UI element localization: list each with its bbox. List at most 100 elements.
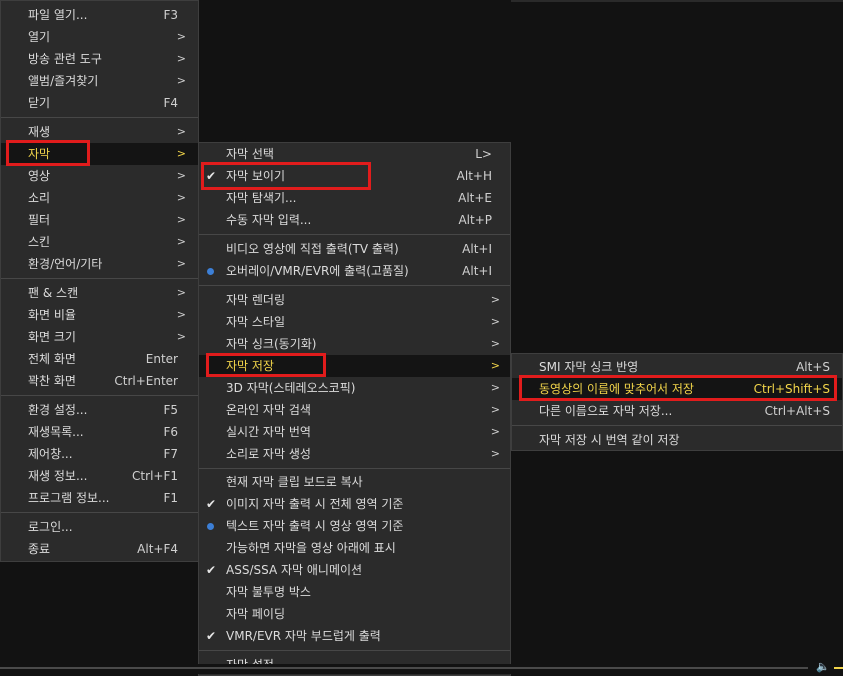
menu-item-subtitle-rendering[interactable]: 자막 렌더링 > <box>199 289 510 311</box>
menu-item-overlay-output[interactable]: 오버레이/VMR/EVR에 출력(고품질) Alt+I <box>199 260 510 282</box>
menu-item-video[interactable]: 영상 > <box>1 165 198 187</box>
menu-item-label: 텍스트 자막 출력 시 영상 영역 기준 <box>226 519 404 533</box>
menu-item-3d-subtitle[interactable]: 3D 자막(스테레오스코픽) > <box>199 377 510 399</box>
menu-item-close[interactable]: 닫기 F4 <box>1 92 198 114</box>
submenu-arrow-icon: > <box>176 74 186 87</box>
menu-item-skin[interactable]: 스킨 > <box>1 231 198 253</box>
menu-item-label: 꽉찬 화면 <box>28 374 76 388</box>
volume-bar[interactable] <box>834 667 843 669</box>
menu-item-preferences[interactable]: 환경 설정... F5 <box>1 399 198 421</box>
menu-item-shortcut: Ctrl+Enter <box>114 374 178 388</box>
menu-item-shortcut: Ctrl+Alt+S <box>764 404 830 418</box>
menu-item-manual-subtitle-input[interactable]: 수동 자막 입력... Alt+P <box>199 209 510 231</box>
menu-item-smi-sync-apply[interactable]: SMI 자막 싱크 반영 Alt+S <box>512 356 842 378</box>
menu-item-shortcut: Alt+I <box>462 242 492 256</box>
menu-item-open[interactable]: 열기 > <box>1 26 198 48</box>
menu-item-login[interactable]: 로그인... <box>1 516 198 538</box>
submenu-arrow-icon: > <box>176 169 186 182</box>
menu-item-shortcut: Alt+H <box>456 169 492 183</box>
menu-item-filter[interactable]: 필터 > <box>1 209 198 231</box>
radio-dot-icon <box>207 268 214 275</box>
menu-item-shortcut: Alt+E <box>458 191 492 205</box>
menu-item-select-subtitle[interactable]: 자막 선택 L> <box>199 143 510 165</box>
menu-item-label: 자막 저장 시 번역 같이 저장 <box>539 433 680 447</box>
radio-dot-icon <box>207 523 214 530</box>
menu-item-shortcut: Alt+P <box>458 213 492 227</box>
menu-item-exit[interactable]: 종료 Alt+F4 <box>1 538 198 560</box>
menu-item-broadcast-tools[interactable]: 방송 관련 도구 > <box>1 48 198 70</box>
menu-item-label: 비디오 영상에 직접 출력(TV 출력) <box>226 242 399 256</box>
window-edge <box>511 0 843 2</box>
menu-item-label: 실시간 자막 번역 <box>226 425 311 439</box>
menu-item-image-full-area[interactable]: ✔ 이미지 자막 출력 시 전체 영역 기준 <box>199 493 510 515</box>
menu-item-fill-screen[interactable]: 꽉찬 화면 Ctrl+Enter <box>1 370 198 392</box>
menu-item-playback[interactable]: 재생 > <box>1 121 198 143</box>
submenu-arrow-icon: > <box>176 125 186 138</box>
menu-item-label: 환경/언어/기타 <box>28 257 103 271</box>
menu-item-fading[interactable]: 자막 페이딩 <box>199 603 510 625</box>
submenu-arrow-icon: > <box>176 308 186 321</box>
menu-item-label: 자막 탐색기... <box>226 191 297 205</box>
submenu-arrow-icon: > <box>176 213 186 226</box>
volume-icon[interactable]: 🔈 <box>816 660 830 673</box>
menu-item-online-subtitle-search[interactable]: 온라인 자막 검색 > <box>199 399 510 421</box>
menu-item-realtime-translation[interactable]: 실시간 자막 번역 > <box>199 421 510 443</box>
menu-item-save-as-video-name[interactable]: 동영상의 이름에 맞추어서 저장 Ctrl+Shift+S <box>512 378 842 400</box>
menu-item-smooth-output[interactable]: ✔ VMR/EVR 자막 부드럽게 출력 <box>199 625 510 647</box>
menu-item-sound[interactable]: 소리 > <box>1 187 198 209</box>
menu-item-label: 다른 이름으로 자막 저장... <box>539 404 673 418</box>
menu-item-aspect-ratio[interactable]: 화면 비율 > <box>1 304 198 326</box>
menu-item-label: 화면 비율 <box>28 308 76 322</box>
menu-item-control-panel[interactable]: 제어창... F7 <box>1 443 198 465</box>
menu-item-save-subtitle[interactable]: 자막 저장 > <box>199 355 510 377</box>
menu-item-label: 재생 정보... <box>28 469 88 483</box>
menu-item-label: VMR/EVR 자막 부드럽게 출력 <box>226 629 381 643</box>
menu-item-ass-animation[interactable]: ✔ ASS/SSA 자막 애니메이션 <box>199 559 510 581</box>
submenu-arrow-icon: > <box>490 447 500 460</box>
menu-item-label: 닫기 <box>28 96 51 110</box>
submenu-arrow-icon: > <box>176 235 186 248</box>
submenu-arrow-icon: > <box>176 330 186 343</box>
menu-separator <box>199 468 510 469</box>
menu-item-program-info[interactable]: 프로그램 정보... F1 <box>1 487 198 509</box>
menu-item-copy-to-clipboard[interactable]: 현재 자막 클립 보드로 복사 <box>199 471 510 493</box>
menu-separator <box>199 285 510 286</box>
menu-item-playlist[interactable]: 재생목록... F6 <box>1 421 198 443</box>
menu-item-subtitle-explorer[interactable]: 자막 탐색기... Alt+E <box>199 187 510 209</box>
menu-item-pan-scan[interactable]: 팬 & 스캔 > <box>1 282 198 304</box>
menu-item-shortcut: Ctrl+F1 <box>132 469 178 483</box>
menu-item-env-lang-etc[interactable]: 환경/언어/기타 > <box>1 253 198 275</box>
menu-item-save-with-translation[interactable]: 자막 저장 시 번역 같이 저장 <box>512 429 842 451</box>
menu-item-playback-info[interactable]: 재생 정보... Ctrl+F1 <box>1 465 198 487</box>
menu-item-shortcut: F3 <box>163 8 178 22</box>
menu-separator <box>1 117 198 118</box>
menu-separator <box>512 425 842 426</box>
seek-bar[interactable] <box>0 667 808 669</box>
menu-item-subtitle-sync[interactable]: 자막 싱크(동기화) > <box>199 333 510 355</box>
menu-item-label: 소리 <box>28 191 51 205</box>
menu-item-screen-size[interactable]: 화면 크기 > <box>1 326 198 348</box>
menu-item-label: 자막 <box>28 147 51 161</box>
menu-item-label: 프로그램 정보... <box>28 491 110 505</box>
menu-item-subtitles[interactable]: 자막 > <box>1 143 198 165</box>
menu-item-generate-from-audio[interactable]: 소리로 자막 생성 > <box>199 443 510 465</box>
menu-item-label: ASS/SSA 자막 애니메이션 <box>226 563 363 577</box>
menu-separator <box>199 650 510 651</box>
menu-item-opaque-box[interactable]: 자막 불투명 박스 <box>199 581 510 603</box>
menu-item-show-subtitle[interactable]: ✔ 자막 보이기 Alt+H <box>199 165 510 187</box>
menu-item-shortcut: Alt+F4 <box>137 542 178 556</box>
menu-item-text-video-area[interactable]: 텍스트 자막 출력 시 영상 영역 기준 <box>199 515 510 537</box>
menu-item-label: 열기 <box>28 30 51 44</box>
menu-item-save-as[interactable]: 다른 이름으로 자막 저장... Ctrl+Alt+S <box>512 400 842 422</box>
menu-item-label: 전체 화면 <box>28 352 76 366</box>
menu-item-shortcut: Enter <box>145 352 178 366</box>
menu-item-below-video[interactable]: 가능하면 자막을 영상 아래에 표시 <box>199 537 510 559</box>
menu-item-fullscreen[interactable]: 전체 화면 Enter <box>1 348 198 370</box>
menu-item-subtitle-style[interactable]: 자막 스타일 > <box>199 311 510 333</box>
menu-item-label: 종료 <box>28 542 51 556</box>
menu-item-label: 자막 렌더링 <box>226 293 286 307</box>
menu-item-label: 자막 보이기 <box>226 169 286 183</box>
menu-item-open-file[interactable]: 파일 열기... F3 <box>1 4 198 26</box>
menu-item-direct-video-output[interactable]: 비디오 영상에 직접 출력(TV 출력) Alt+I <box>199 238 510 260</box>
menu-item-album-favorites[interactable]: 앨범/즐겨찾기 > <box>1 70 198 92</box>
